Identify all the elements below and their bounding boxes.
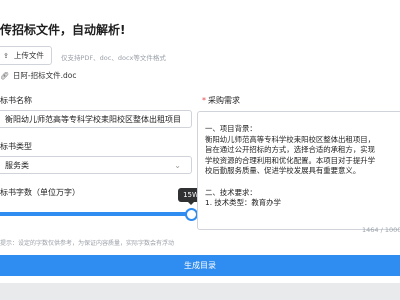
bid-words-label: 标书字数（单位万字） xyxy=(0,188,80,197)
upload-button-label: 上传文件 xyxy=(13,51,44,60)
requirements-line xyxy=(205,177,400,188)
bid-name-label: 标书名称 xyxy=(0,96,32,105)
bid-form-card: 传招标文件，自动解析! ⇪ 上传文件 仅支持PDF、doc、docx等文件格式 … xyxy=(0,0,400,283)
chevron-down-icon: ⌄ xyxy=(174,161,181,170)
requirements-line: 校后勤服务质量、促进学校发展具有重要意义。 xyxy=(205,166,361,176)
required-marker: * xyxy=(202,96,206,105)
requirements-line: 一、项目背景： xyxy=(205,124,257,133)
requirements-line: 1. 技术类型：教育办学 xyxy=(205,198,281,208)
requirements-line: 旨在通过公开招标的方式，选择合适的承租方，实现 xyxy=(205,145,375,155)
bid-name-input[interactable]: 衡阳幼儿师范高等专科学校耒阳校区整体出租项目 xyxy=(0,110,192,128)
requirements-line: 学校资源的合理利用和优化配置。本项目对于提升学 xyxy=(205,155,375,165)
upload-hint: 仅支持PDF、doc、docx等文件格式 xyxy=(61,54,166,62)
uploaded-file-name: 日阿-招标文件.doc xyxy=(12,71,77,80)
word-count-note: 提示：设定的字数仅供参考，为保证内容质量，实际字数会有浮动 xyxy=(0,240,175,247)
requirements-line: 二、技术要求： xyxy=(205,187,257,197)
bid-type-label: 标书类型 xyxy=(0,142,32,151)
word-count-slider-track[interactable] xyxy=(0,212,192,216)
bid-type-select[interactable]: 服务类 ⌄ xyxy=(0,156,192,174)
upload-icon: ⇪ xyxy=(3,51,9,60)
attachment-icon: 🔗︎ xyxy=(0,71,9,80)
character-counter: 1464 / 1000 xyxy=(362,226,400,234)
requirements-textarea[interactable]: 一、项目背景： 衡阳幼儿师范高等专科学校耒阳校区整体出租项目， 旨在通过公开招标的方… xyxy=(197,111,400,230)
bid-type-value: 服务类 xyxy=(5,160,29,170)
page-title: 传招标文件，自动解析! xyxy=(0,23,126,37)
requirements-line: 衡阳幼儿师范高等专科学校耒阳校区整体出租项目， xyxy=(205,134,375,144)
requirements-label: * 采购需求 xyxy=(202,96,240,105)
uploaded-file[interactable]: 🔗︎ 日阿-招标文件.doc xyxy=(0,70,76,81)
upload-file-button[interactable]: ⇪ 上传文件 xyxy=(0,46,52,65)
generate-outline-button[interactable]: 生成目录 xyxy=(0,255,400,276)
bid-name-value: 衡阳幼儿师范高等专科学校耒阳校区整体出租项目 xyxy=(5,114,181,124)
